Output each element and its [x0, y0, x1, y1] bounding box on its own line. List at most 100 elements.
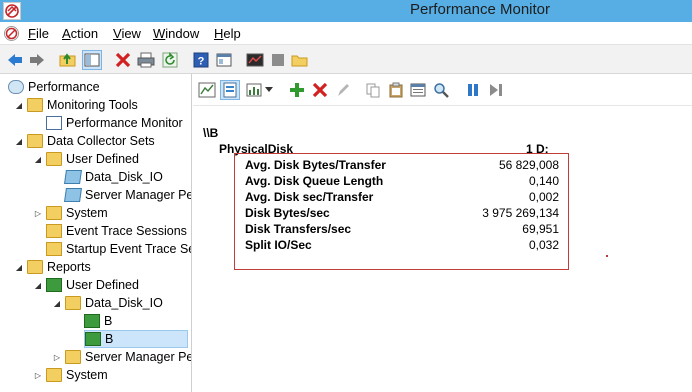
folder-icon: [65, 350, 81, 364]
counter-name: Avg. Disk Queue Length: [245, 174, 384, 188]
counter-row[interactable]: Disk Transfers/sec 69,951: [245, 222, 559, 238]
report-icon: [84, 314, 100, 328]
monitor-chart-icon: [46, 116, 62, 130]
machine-name: \\B: [203, 126, 219, 140]
perfmon-app-icon[interactable]: [3, 2, 21, 20]
show-hide-tree-icon[interactable]: [82, 50, 102, 70]
folder-icon: [46, 206, 62, 220]
counter-name: Avg. Disk Bytes/Transfer: [245, 158, 386, 172]
freeze-display-icon[interactable]: [463, 80, 483, 100]
counter-row[interactable]: Avg. Disk sec/Transfer 0,002: [245, 190, 559, 206]
report-icon: [46, 278, 62, 292]
zoom-icon[interactable]: [431, 80, 451, 100]
main-toolbar: ?: [0, 44, 692, 74]
forward-arrow-icon[interactable]: [27, 50, 47, 70]
collapsed-arrow-icon[interactable]: ▷: [33, 371, 43, 380]
tree-item-user-defined-dcs[interactable]: ◢ User Defined: [33, 150, 139, 168]
delete-icon[interactable]: [113, 50, 133, 70]
menu-action[interactable]: Action: [62, 26, 98, 41]
counter-row[interactable]: Avg. Disk Queue Length 0,140: [245, 174, 559, 190]
tree-item-data-collector-sets[interactable]: ◢ Data Collector Sets: [14, 132, 155, 150]
graph-type-icon[interactable]: [244, 80, 264, 100]
expanded-arrow-icon[interactable]: ◢: [14, 101, 24, 110]
tree-item-startup-event-trace[interactable]: Startup Event Trace Ses: [46, 240, 191, 258]
change-graph-type-icon[interactable]: [197, 80, 217, 100]
tree-item-server-manager-per-report[interactable]: ▷ Server Manager Per: [52, 348, 191, 366]
performance-icon: [8, 80, 24, 94]
window-title: Performance Monitor: [409, 1, 551, 18]
tree-item-event-trace-sessions[interactable]: Event Trace Sessions: [46, 222, 187, 240]
collapsed-arrow-icon[interactable]: ▷: [52, 353, 62, 362]
folder-icon: [27, 98, 43, 112]
counter-name: Avg. Disk sec/Transfer: [245, 190, 374, 204]
tree-item-data-disk-io-report[interactable]: ◢ Data_Disk_IO: [52, 294, 163, 312]
tree-item-report-b2-selected[interactable]: B: [84, 330, 188, 348]
folder-icon: [27, 260, 43, 274]
counter-row[interactable]: Disk Bytes/sec 3 975 269,134: [245, 206, 559, 222]
counter-value: 0,140: [528, 174, 559, 188]
back-arrow-icon[interactable]: [5, 50, 25, 70]
tree-item-reports[interactable]: ◢ Reports: [14, 258, 91, 276]
up-folder-icon[interactable]: [58, 50, 78, 70]
counter-value: 0,032: [528, 238, 559, 252]
annotation-mark: [606, 255, 608, 257]
folder-doc-icon: [46, 242, 62, 256]
expanded-arrow-icon[interactable]: ◢: [33, 155, 43, 164]
counter-highlight-box: Avg. Disk Bytes/Transfer 56 829,008 Avg.…: [234, 153, 569, 270]
folder-icon: [65, 296, 81, 310]
counter-value: 69,951: [522, 222, 559, 236]
paste-counter-list-icon[interactable]: [386, 80, 406, 100]
counter-row[interactable]: Split IO/Sec 0,032: [245, 238, 559, 254]
counter-row[interactable]: Avg. Disk Bytes/Transfer 56 829,008: [245, 158, 559, 174]
perfmon-chart-icon[interactable]: [245, 50, 265, 70]
expanded-arrow-icon[interactable]: ◢: [52, 299, 62, 308]
report-pane: \\B PhysicalDisk 1 D: Avg. Disk Bytes/Tr…: [193, 74, 692, 392]
add-counter-icon[interactable]: [287, 80, 307, 100]
menu-help[interactable]: Help: [214, 26, 241, 41]
print-icon[interactable]: [136, 50, 156, 70]
expanded-arrow-icon[interactable]: ◢: [33, 281, 43, 290]
collapsed-arrow-icon[interactable]: ▷: [33, 209, 43, 218]
menu-window[interactable]: Window: [153, 26, 199, 41]
expanded-arrow-icon[interactable]: ◢: [14, 263, 24, 272]
menu-view[interactable]: View: [113, 26, 141, 41]
system-menu-icon[interactable]: [3, 25, 20, 42]
tree-item-user-defined-reports[interactable]: ◢ User Defined: [33, 276, 139, 294]
copy-properties-icon[interactable]: [363, 80, 383, 100]
expanded-arrow-icon[interactable]: ◢: [14, 137, 24, 146]
counter-name: Disk Bytes/sec: [245, 206, 330, 220]
tree-item-server-manager-per[interactable]: Server Manager Per: [64, 186, 191, 204]
properties-icon[interactable]: [408, 80, 428, 100]
properties-icon[interactable]: [214, 50, 234, 70]
highlight-pencil-icon[interactable]: [333, 80, 353, 100]
help-icon[interactable]: ?: [191, 50, 211, 70]
tree-item-data-disk-io[interactable]: Data_Disk_IO: [64, 168, 163, 186]
svg-text:?: ?: [198, 56, 205, 68]
data-collector-icon: [64, 188, 82, 202]
tree-item-system-reports[interactable]: ▷ System: [33, 366, 108, 384]
report-toolbar: [193, 74, 692, 106]
counter-name: Split IO/Sec: [245, 238, 312, 252]
counter-value: 56 829,008: [498, 158, 559, 172]
delete-counter-icon[interactable]: [310, 80, 330, 100]
stop-square-icon[interactable]: [268, 50, 288, 70]
report-icon: [85, 332, 101, 346]
tree-item-performance-monitor[interactable]: Performance Monitor: [46, 114, 183, 132]
tree-item-system-dcs[interactable]: ▷ System: [33, 204, 108, 222]
menu-file[interactable]: File: [28, 26, 49, 41]
tree-item-report-b1[interactable]: B: [84, 312, 184, 330]
new-folder-icon[interactable]: [290, 50, 310, 70]
dropdown-arrow-icon[interactable]: [263, 80, 275, 100]
folder-icon: [46, 152, 62, 166]
tree-item-monitoring-tools[interactable]: ◢ Monitoring Tools: [14, 96, 138, 114]
console-tree: Performance ◢ Monitoring Tools Performanc…: [0, 74, 192, 392]
menu-bar: File Action View Window Help: [0, 22, 692, 44]
refresh-icon[interactable]: [160, 50, 180, 70]
counter-value: 3 975 269,134: [482, 206, 559, 220]
view-report-icon[interactable]: [220, 80, 240, 100]
title-bar: Performance Monitor: [0, 0, 692, 22]
update-data-icon[interactable]: [486, 80, 506, 100]
counter-name: Disk Transfers/sec: [245, 222, 352, 236]
tree-item-performance[interactable]: Performance: [8, 78, 100, 96]
data-collector-icon: [64, 170, 82, 184]
